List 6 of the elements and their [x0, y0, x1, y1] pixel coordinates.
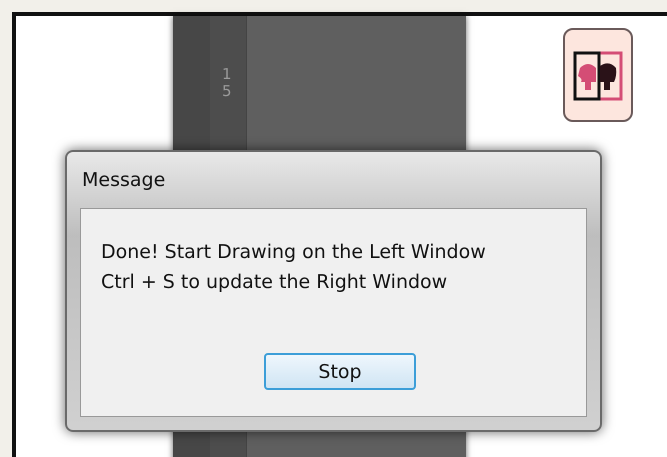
stop-button[interactable]: Stop [264, 353, 416, 390]
ruler-label: 15 [222, 66, 233, 99]
app-logo-icon[interactable] [563, 28, 633, 122]
dialog-title: Message [81, 168, 166, 193]
message-text: Done! Start Drawing on the Left Window [101, 241, 486, 263]
message-text: Ctrl + S to update the Right Window [101, 271, 448, 293]
